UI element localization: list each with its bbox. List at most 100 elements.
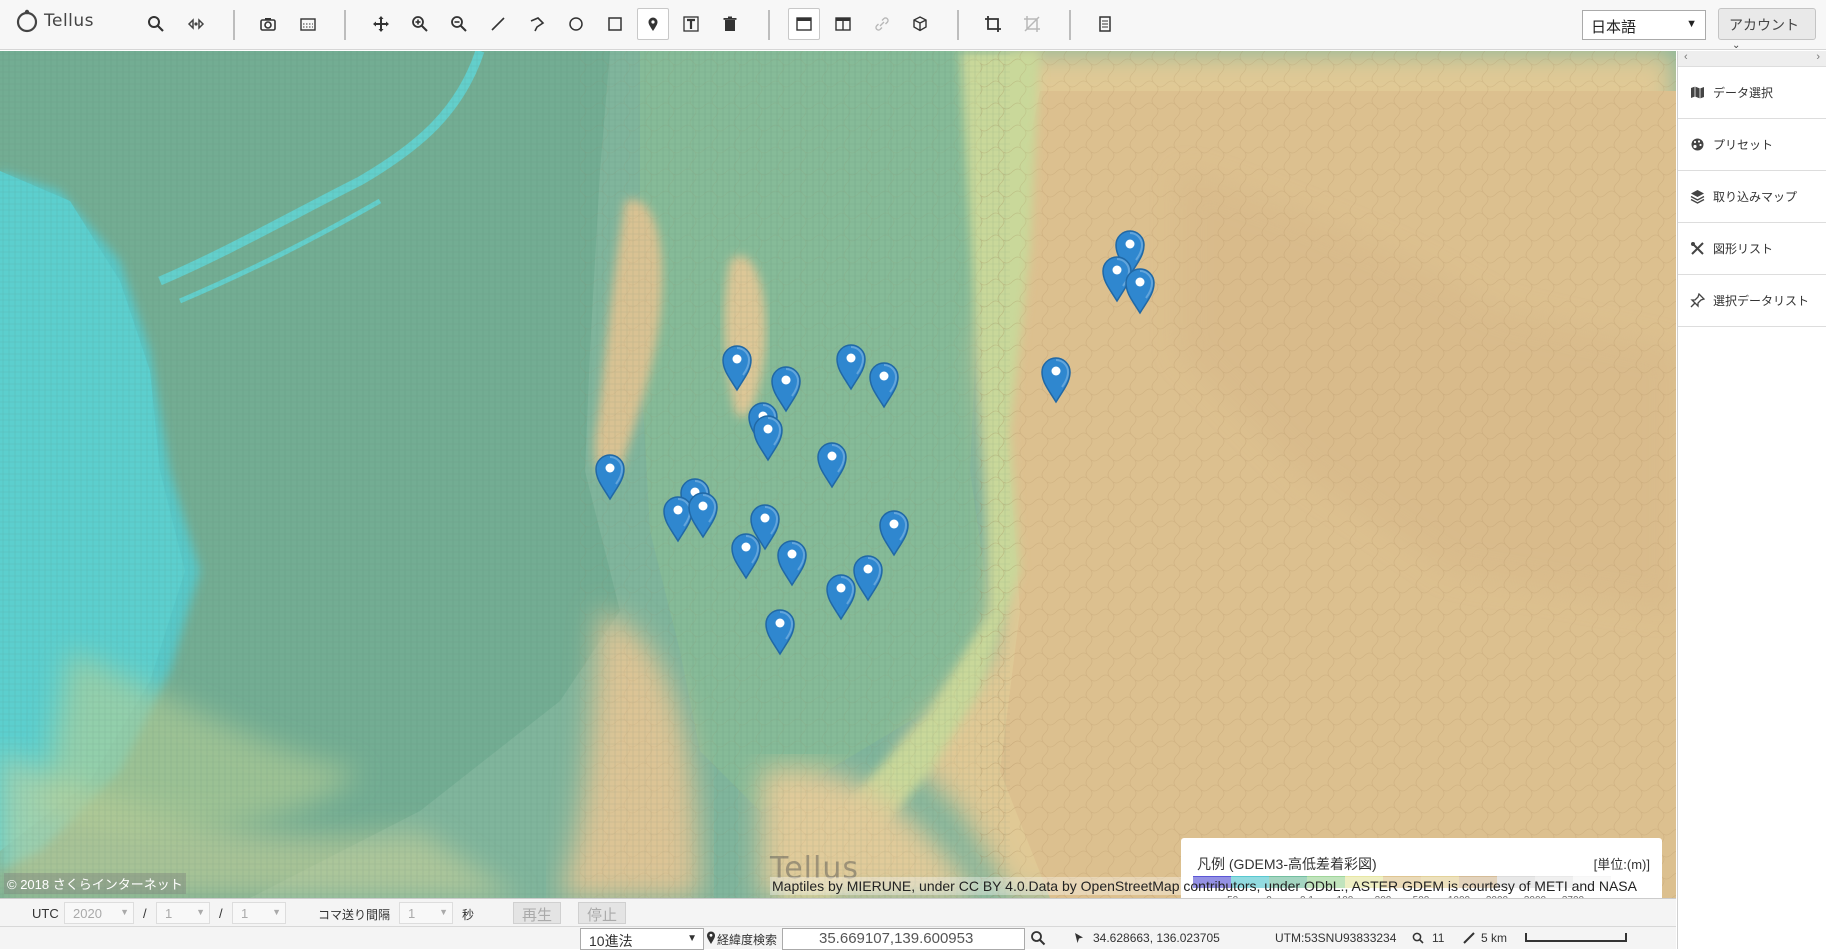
panel-item-data-select[interactable]: データ選択 [1678, 67, 1826, 119]
month-select[interactable]: 1 ▼ [156, 902, 210, 924]
scale-label: 5 km [1481, 931, 1508, 945]
dropdown-arrow-icon: ▼ [272, 907, 281, 917]
year-select[interactable]: 2020 ▼ [64, 902, 134, 924]
panel-item-presets[interactable]: プリセット [1678, 119, 1826, 171]
dropdown-arrow-icon: ▼ [196, 907, 205, 917]
dropdown-arrow-icon: ▼ [1686, 18, 1697, 30]
map-marker-pin-icon[interactable] [816, 441, 848, 489]
map-marker-pin-icon[interactable] [594, 453, 626, 501]
camera-icon[interactable] [252, 8, 284, 40]
layers-compare-icon[interactable] [180, 8, 212, 40]
date-separator: / [143, 906, 147, 921]
toolbar-divider [233, 10, 235, 40]
utc-label: UTC [32, 906, 59, 921]
copyright-text: © 2018 さくらインターネット [4, 873, 186, 894]
month-value: 1 [165, 906, 173, 921]
account-label: アカウント [1729, 17, 1799, 33]
top-toolbar: Tellus 日本語 ▼ アカウント⌄ [0, 0, 1826, 51]
chevron-down-icon: ⌄ [1732, 40, 1741, 51]
panel-item-label: 選択データリスト [1713, 294, 1810, 308]
legend-unit: [単位:(m)] [1593, 857, 1650, 872]
map-marker-pin-icon[interactable] [1040, 356, 1072, 404]
panel-item-label: 図形リスト [1713, 242, 1774, 256]
play-button[interactable]: 再生 [513, 902, 562, 924]
cursor-arrow-icon [1074, 932, 1084, 947]
polygon-icon[interactable] [521, 8, 553, 40]
map-icon [1691, 86, 1704, 99]
chevron-left-icon[interactable]: ‹ [1684, 51, 1688, 63]
chevron-right-icon[interactable]: › [1816, 51, 1820, 63]
year-value: 2020 [73, 906, 102, 921]
search-icon[interactable] [140, 8, 172, 40]
toolbar-divider [768, 10, 770, 40]
latlon-search-label: 経緯度検索 [717, 933, 778, 947]
dropdown-arrow-icon: ▼ [120, 907, 129, 917]
map-marker-pin-icon[interactable] [752, 414, 784, 462]
map-marker-pin-icon[interactable] [730, 532, 762, 580]
link-icon[interactable] [866, 8, 898, 40]
split-view-icon[interactable] [827, 8, 859, 40]
stack-layers-icon [1690, 190, 1705, 204]
seconds-label: 秒 [462, 908, 475, 922]
map-marker-pin-icon[interactable] [687, 491, 719, 539]
map-marker-pin-icon[interactable] [835, 343, 867, 391]
panel-item-label: 取り込みマップ [1713, 190, 1798, 204]
map-marker-pin-icon[interactable] [764, 608, 796, 656]
shapes-icon [1691, 242, 1704, 255]
crop-icon[interactable] [977, 8, 1009, 40]
map-marker-pin-icon[interactable] [721, 344, 753, 392]
latlon-search-input[interactable]: 35.669107,139.600953 [782, 928, 1025, 950]
day-select[interactable]: 1 ▼ [232, 902, 286, 924]
status-bar: 10進法 ▼ 経緯度検索 35.669107,139.600953 34.6286… [0, 926, 1676, 950]
circle-icon[interactable] [560, 8, 592, 40]
logo-text: Tellus [44, 11, 95, 31]
3d-cube-icon[interactable] [904, 8, 936, 40]
ruler-icon [1463, 932, 1475, 947]
map-marker-pin-icon[interactable] [1124, 267, 1156, 315]
dropdown-arrow-icon: ▼ [687, 933, 697, 944]
coordinate-format-select[interactable]: 10進法 ▼ [580, 928, 704, 950]
zoom-out-icon[interactable] [443, 8, 475, 40]
crop-disabled-icon[interactable] [1016, 8, 1048, 40]
coordinate-format-value: 10進法 [589, 933, 633, 949]
app-logo[interactable]: Tellus [14, 8, 94, 34]
map-marker-pin-icon[interactable] [878, 509, 910, 557]
stop-button[interactable]: 停止 [578, 902, 627, 924]
document-icon[interactable] [1089, 8, 1121, 40]
map-marker-pin-icon[interactable] [776, 539, 808, 587]
panel-item-imported-maps[interactable]: 取り込みマップ [1678, 171, 1826, 223]
line-icon[interactable] [482, 8, 514, 40]
map-marker-pin-icon[interactable] [825, 573, 857, 621]
utm-coordinates: UTM:53SNU93833234 [1275, 931, 1397, 945]
date-separator: / [219, 906, 223, 921]
account-button[interactable]: アカウント ⌄ [1718, 8, 1816, 51]
toolbar-divider [957, 10, 959, 40]
zoom-level: 11 [1432, 931, 1445, 945]
marker-icon[interactable] [637, 8, 669, 40]
language-select[interactable]: 日本語 ▼ [1582, 10, 1706, 40]
pan-icon[interactable] [365, 8, 397, 40]
palette-icon [1691, 138, 1704, 151]
right-side-panel: ‹ › データ選択 プリセット 取り込みマップ 図形リスト 選択データリスト [1677, 51, 1826, 949]
panel-collapse-bar[interactable]: ‹ › [1678, 51, 1826, 67]
zoom-level-icon [1412, 932, 1424, 947]
interval-value: 1 [408, 906, 416, 921]
panel-item-label: データ選択 [1713, 86, 1774, 100]
single-view-icon[interactable] [788, 8, 820, 40]
interval-select[interactable]: 1 ▼ [399, 902, 453, 924]
rectangle-icon[interactable] [599, 8, 631, 40]
panel-item-selected-data-list[interactable]: 選択データリスト [1678, 275, 1826, 327]
map-marker-pin-icon[interactable] [868, 361, 900, 409]
trash-icon[interactable] [714, 8, 746, 40]
text-icon[interactable] [675, 8, 707, 40]
frame-interval-label: コマ送り間隔 [318, 908, 391, 922]
time-control-bar: UTC 2020 ▼ / 1 ▼ / 1 ▼ コマ送り間隔 1 ▼ 秒 再生 停止 [0, 898, 1676, 926]
map-attribution: Maptiles by MIERUNE, under CC BY 4.0.Dat… [770, 877, 1639, 895]
panel-item-label: プリセット [1713, 138, 1774, 152]
legend-title: 凡例 (GDEM3-高低差着彩図) [1197, 856, 1377, 872]
time-slider-icon[interactable] [292, 8, 324, 40]
zoom-in-icon[interactable] [404, 8, 436, 40]
map-view[interactable]: Tellus 凡例 (GDEM3-高低差着彩図) [単位:(m)] -5000.… [0, 51, 1676, 898]
panel-item-shape-list[interactable]: 図形リスト [1678, 223, 1826, 275]
search-icon[interactable] [1030, 930, 1046, 949]
